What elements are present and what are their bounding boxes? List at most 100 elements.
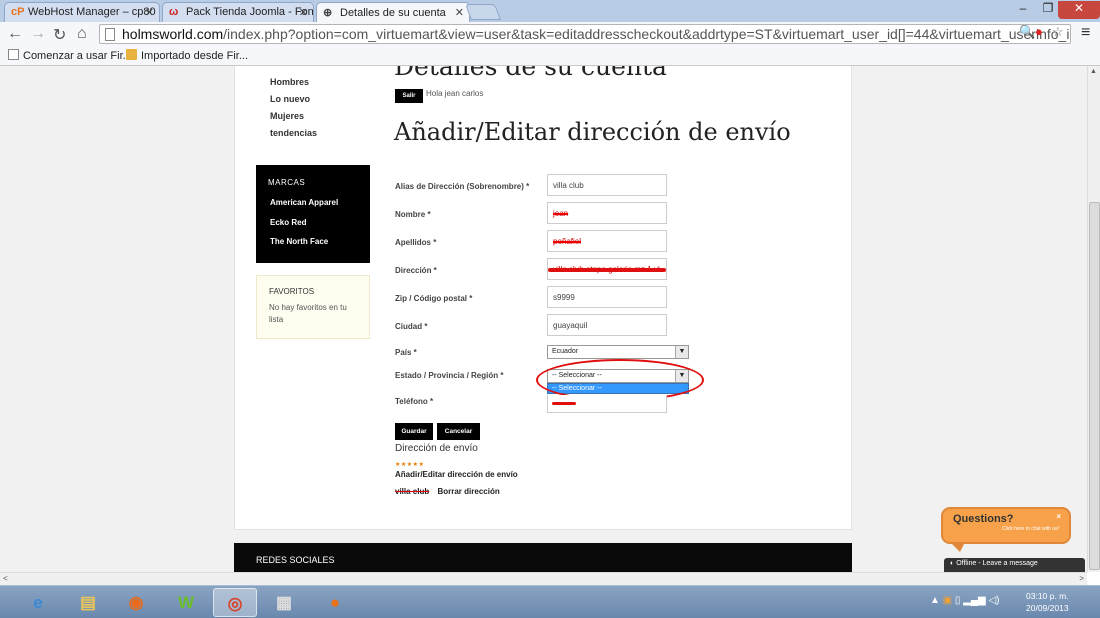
close-icon[interactable]: × <box>1056 512 1061 521</box>
page-icon <box>105 28 115 41</box>
country-label: País * <box>395 348 417 357</box>
name-field[interactable]: jean <box>547 202 667 224</box>
page-title: Detalles de su cuenta <box>394 66 667 81</box>
webmatrix-icon[interactable]: W <box>164 588 208 617</box>
close-window-button[interactable]: ✕ <box>1058 1 1100 19</box>
name-value: jean <box>553 209 569 218</box>
add-edit-address-link[interactable]: Añadir/Editar dirección de envío <box>395 470 518 479</box>
home-icon[interactable]: ⌂ <box>77 25 87 43</box>
chat-question: Questions? <box>953 513 1014 525</box>
zip-label: Zip / Código postal * <box>395 294 473 303</box>
brand-ecko-red[interactable]: Ecko Red <box>268 213 358 233</box>
battery-icon[interactable]: ▯ <box>955 595 961 606</box>
media-player-icon[interactable]: ◉ <box>114 588 158 617</box>
zip-field[interactable]: s9999 <box>547 286 667 308</box>
clock[interactable]: 03:10 p. m. 20/09/2013 <box>1026 590 1069 614</box>
address-row: villa club Borrar dirección <box>395 487 500 496</box>
chat-widget[interactable]: Questions? Click here to chat with us! × <box>941 507 1071 544</box>
name-label: Nombre * <box>395 210 431 219</box>
brand-the-north-face[interactable]: The North Face <box>268 232 358 252</box>
alias-label: Alias de Dirección (Sobrenombre) * <box>395 182 530 191</box>
restore-button[interactable]: ❐ <box>1036 1 1060 19</box>
new-tab-button[interactable] <box>465 4 501 20</box>
volume-icon[interactable]: ◁) <box>988 595 999 606</box>
social-title: REDES SOCIALES <box>256 555 335 565</box>
close-tab-icon[interactable]: ✕ <box>145 6 154 19</box>
chat-offline-bar[interactable]: ◐ Offline - Leave a message <box>944 558 1085 572</box>
city-field[interactable]: guayaquil <box>547 314 667 336</box>
rating-stars: ★★★★★ <box>395 462 425 468</box>
file-explorer-icon[interactable]: ▤ <box>66 588 110 617</box>
tab-label: Detalles de su cuenta <box>340 7 446 19</box>
footer-social: REDES SOCIALES <box>234 543 852 572</box>
favorites-empty-text: No hay favoritos en tu lista <box>269 303 347 324</box>
logout-button[interactable]: Salir <box>395 89 423 103</box>
sidebar-item-mujeres[interactable]: Mujeres <box>270 108 317 125</box>
scrollbar-thumb[interactable] <box>1089 202 1100 570</box>
surname-value: peñafiel <box>553 237 582 246</box>
scroll-left-icon[interactable]: < <box>3 574 8 583</box>
delete-address-link[interactable]: Borrar dirección <box>437 487 499 496</box>
cancel-button[interactable]: Cancelar <box>437 423 480 440</box>
reload-icon[interactable]: ↻ <box>53 25 66 45</box>
extension-icon[interactable]: ● <box>1035 24 1043 39</box>
form-title: Añadir/Editar dirección de envío <box>394 118 791 146</box>
tab-label: WebHost Manager – cp80 <box>28 6 156 18</box>
chrome-icon[interactable]: ◎ <box>213 588 257 617</box>
bookmarks-bar: Comenzar a usar Fir... Importado desde F… <box>0 46 1100 66</box>
address-label: Dirección * <box>395 266 437 275</box>
brand-american-apparel[interactable]: American Apparel <box>268 193 358 213</box>
bookmark-importado[interactable]: Importado desde Fir... <box>126 49 248 62</box>
sidebar-item-hombres[interactable]: Hombres <box>270 74 317 91</box>
address-name-link[interactable]: villa club <box>395 487 429 496</box>
city-label: Ciudad * <box>395 322 428 331</box>
tab-detalles-cuenta[interactable]: ⊕ Detalles de su cuenta ✕ <box>316 2 470 22</box>
country-select[interactable]: Ecuador ▼ <box>547 345 689 359</box>
close-tab-icon[interactable]: ✕ <box>299 6 308 19</box>
tray-app-icon[interactable]: ▣ <box>943 595 952 606</box>
firefox-icon[interactable]: ● <box>313 588 357 617</box>
folder-icon <box>126 49 137 60</box>
save-button[interactable]: Guardar <box>395 423 433 440</box>
tab-pack-tienda[interactable]: ω Pack Tienda Joomla - Fon ✕ <box>162 2 314 22</box>
chat-bubble-tail <box>952 544 964 552</box>
surname-field[interactable]: peñafiel <box>547 230 667 252</box>
star-bookmark-icon[interactable]: ☆ <box>1052 24 1064 40</box>
system-tray: ▲ ▣ ▯ ▂▄▆ ◁) <box>930 595 1000 606</box>
sidebar-item-lo-nuevo[interactable]: Lo nuevo <box>270 91 317 108</box>
tray-arrow-icon[interactable]: ▲ <box>930 595 940 606</box>
taskbar: e ▤ ◉ W ◎ ▦ ● ▲ ▣ ▯ ▂▄▆ ◁) 03:10 p. m. 2… <box>0 585 1100 618</box>
chevron-down-icon[interactable]: ▼ <box>675 346 688 358</box>
region-label: Estado / Provincia / Región * <box>395 371 504 380</box>
globe-icon: ⊕ <box>323 7 333 19</box>
minimize-button[interactable]: – <box>1011 1 1035 19</box>
brands-box: MARCAS American Apparel Ecko Red The Nor… <box>256 165 370 263</box>
favorites-title: FAVORITOS <box>269 287 315 296</box>
network-tool-icon[interactable]: ▦ <box>262 588 306 617</box>
forward-arrow-icon[interactable]: → <box>30 25 46 43</box>
bookmark-comenzar[interactable]: Comenzar a usar Fir... <box>8 49 132 62</box>
horizontal-scrollbar[interactable]: < > <box>0 572 1087 585</box>
phone-label: Teléfono * <box>395 397 434 406</box>
chat-subtext: Click here to chat with us! <box>1002 526 1059 532</box>
menu-icon[interactable]: ≡ <box>1081 24 1090 42</box>
scroll-right-icon[interactable]: > <box>1079 574 1084 583</box>
vertical-scrollbar[interactable]: ▲ <box>1087 66 1100 572</box>
address-bar[interactable]: holmsworld.com/index.php?option=com_virt… <box>99 24 1071 44</box>
redaction-scribble <box>552 402 576 405</box>
close-tab-icon[interactable]: ✕ <box>455 6 464 19</box>
search-icon[interactable]: 🔍 <box>1019 24 1035 40</box>
tab-strip: cP WebHost Manager – cp80 ✕ ω Pack Tienda … <box>0 0 1100 22</box>
internet-explorer-icon[interactable]: e <box>16 588 60 617</box>
favorites-box: FAVORITOS No hay favoritos en tu lista <box>256 275 370 339</box>
url-path: /index.php?option=com_virtuemart&view=us… <box>223 26 1071 42</box>
alias-field[interactable]: villa club <box>547 174 667 196</box>
tab-webhost-manager[interactable]: cP WebHost Manager – cp80 ✕ <box>4 2 160 22</box>
tab-label: Pack Tienda Joomla - Fon <box>186 6 314 18</box>
brands-title: MARCAS <box>268 178 306 187</box>
url-domain: holmsworld.com <box>122 26 224 42</box>
signal-icon[interactable]: ▂▄▆ <box>963 595 985 606</box>
sidebar-item-tendencias[interactable]: tendencias <box>270 125 317 142</box>
scroll-up-icon[interactable]: ▲ <box>1090 68 1097 75</box>
back-arrow-icon[interactable]: ← <box>7 25 23 43</box>
